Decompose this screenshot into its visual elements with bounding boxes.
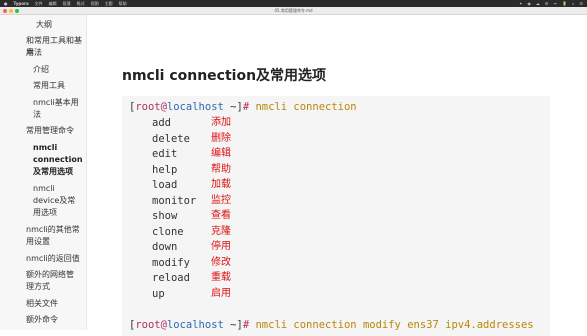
- code-subcommand-desc: 加载: [211, 179, 231, 190]
- outline-sidebar: 大纲 和常用工具和基本 用法 介绍 常用工具 nmcli基本用 法 常用管理命令…: [0, 15, 87, 330]
- outline-item-connection-active[interactable]: nmcli: [33, 142, 57, 154]
- outline-item-device-2[interactable]: device及常: [33, 195, 75, 207]
- outline-item-common-tools[interactable]: 常用工具: [33, 80, 65, 92]
- outline-item-tools-cont[interactable]: 用法: [26, 47, 42, 59]
- document-content: nmcli connection及常用选项 [root@localhost ~]…: [87, 15, 587, 336]
- code-subcommand-desc: 帮助: [211, 163, 231, 175]
- outline-item-connection-active-3[interactable]: 及常用选项: [33, 166, 73, 178]
- status-icon-2[interactable]: ◉: [527, 0, 531, 7]
- menu-file[interactable]: 文件: [35, 0, 43, 7]
- code-subcommand-desc: 编辑: [211, 148, 231, 159]
- wifi-icon[interactable]: ᯤ: [554, 0, 558, 7]
- status-area: ✦ ◉ ☁ ⚙ ᯤ 🔋 ⌕ ☰: [514, 0, 583, 7]
- code-subcommand-desc: 修改: [211, 256, 231, 268]
- code-subcommand: modify: [152, 256, 190, 269]
- outline-item-extra-network-2[interactable]: 理方式: [26, 281, 50, 293]
- apple-icon[interactable]: ●: [4, 0, 8, 7]
- menu-paragraph[interactable]: 段落: [63, 0, 71, 7]
- outline-item-device[interactable]: nmcli: [33, 183, 55, 195]
- window-title: 05.常用管理命令.md: [274, 8, 313, 13]
- code-subcommand-desc: 启用: [211, 287, 231, 299]
- search-icon[interactable]: ⌕: [572, 0, 574, 7]
- gear-icon[interactable]: ⚙: [545, 0, 549, 7]
- code-subcommand: up: [152, 287, 165, 300]
- code-subcommand: load: [152, 179, 178, 191]
- code-line-prompt-1: [root@localhost ~]# nmcli connection: [129, 101, 357, 113]
- code-subcommand-desc: 添加: [211, 117, 231, 128]
- outline-item-extra-commands[interactable]: 额外命令: [26, 314, 58, 326]
- outline-item-extra-network[interactable]: 额外的网络管: [26, 269, 74, 281]
- outline-item-intro[interactable]: 介绍: [33, 64, 49, 76]
- code-block[interactable]: [root@localhost ~]# nmcli connection add…: [122, 96, 550, 336]
- outline-item-device-3[interactable]: 用选项: [33, 207, 57, 219]
- control-center-icon[interactable]: ☰: [579, 0, 583, 7]
- code-subcommand: clone: [152, 225, 184, 238]
- code-subcommand-desc: 监控: [211, 194, 231, 206]
- outline-item-other-settings[interactable]: nmcli的其他常: [26, 224, 80, 236]
- code-subcommand: delete: [152, 132, 190, 145]
- menu-view[interactable]: 视图: [91, 0, 99, 7]
- code-subcommand-desc: 删除: [211, 132, 231, 144]
- menu-edit[interactable]: 编辑: [49, 0, 57, 7]
- menu-format[interactable]: 格式: [77, 0, 85, 7]
- code-subcommand-desc: 重载: [211, 272, 231, 283]
- code-subcommand: help: [152, 163, 178, 176]
- outline-item-nmcli-basic[interactable]: nmcli基本用: [33, 97, 79, 109]
- outline-item-related-files[interactable]: 相关文件: [26, 298, 58, 310]
- code-subcommand: reload: [152, 272, 190, 284]
- menu-app-name[interactable]: Typora: [14, 0, 29, 7]
- status-icon-1[interactable]: ✦: [519, 0, 522, 7]
- code-subcommand-desc: 停用: [211, 241, 231, 252]
- outline-item-return-values[interactable]: nmcli的返回值: [26, 253, 80, 265]
- code-subcommand-desc: 克隆: [211, 225, 231, 237]
- section-heading: nmcli connection及常用选项: [122, 68, 327, 84]
- code-subcommand-desc: 查看: [211, 210, 231, 221]
- code-subcommand: show: [152, 210, 178, 222]
- cloud-icon[interactable]: ☁: [536, 0, 540, 7]
- outline-item-management[interactable]: 常用管理命令: [26, 125, 74, 137]
- menu-theme[interactable]: 主题: [105, 0, 113, 7]
- outline-item-connection-active-2[interactable]: connection: [33, 154, 83, 166]
- code-subcommand: monitor: [152, 194, 197, 207]
- outline-header: 大纲: [36, 20, 52, 29]
- outline-item-nmcli-basic-cont[interactable]: 法: [33, 109, 41, 121]
- code-subcommand: edit: [152, 148, 178, 160]
- window-titlebar: 05.常用管理命令.md: [0, 7, 587, 15]
- menu-help[interactable]: 帮助: [119, 0, 127, 7]
- code-subcommand: down: [152, 241, 178, 253]
- code-subcommand: add: [152, 117, 171, 129]
- menu-bar: ● Typora 文件 编辑 段落 格式 视图 主题 帮助 ✦ ◉ ☁ ⚙ ᯤ …: [0, 0, 587, 7]
- battery-icon[interactable]: 🔋: [562, 0, 567, 7]
- outline-item-other-settings-2[interactable]: 用设置: [26, 236, 50, 248]
